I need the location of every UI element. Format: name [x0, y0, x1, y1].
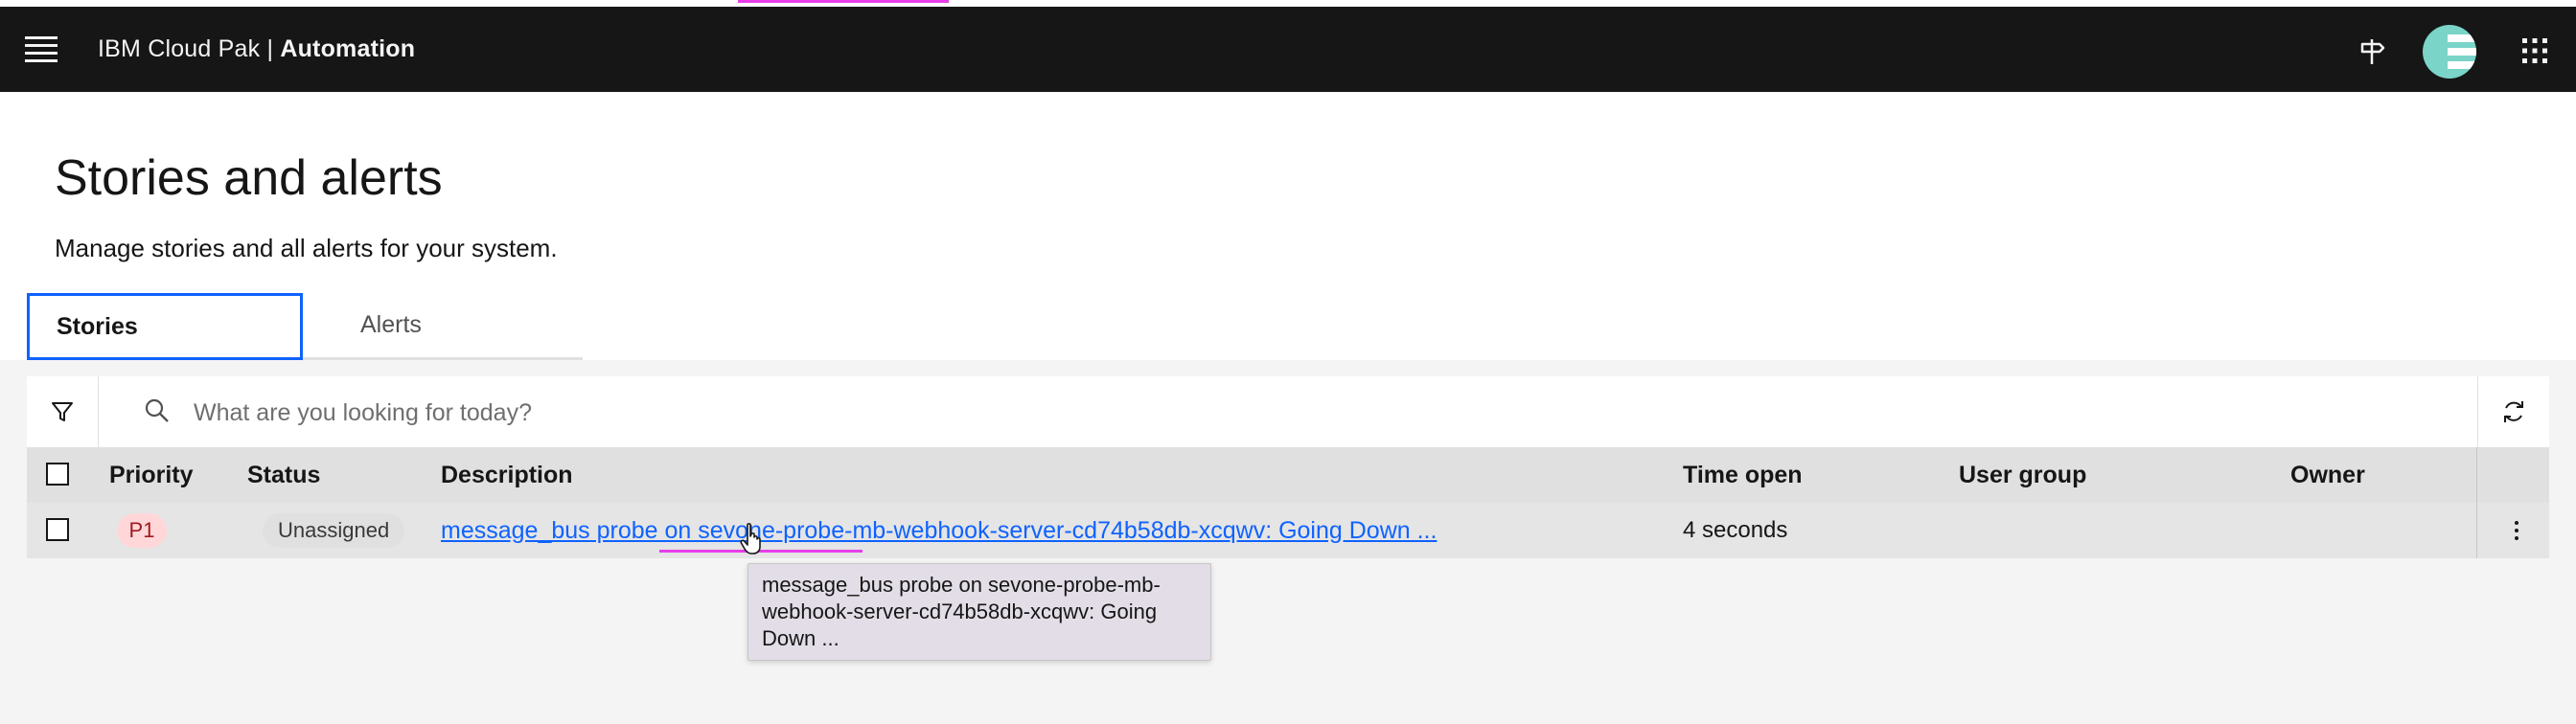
refresh-icon[interactable]: [2477, 376, 2549, 447]
overflow-menu-icon[interactable]: [2499, 503, 2534, 558]
page-title: Stories and alerts: [55, 150, 443, 206]
column-header-description[interactable]: Description: [441, 447, 573, 503]
column-divider: [2476, 503, 2477, 558]
tab-stories[interactable]: Stories: [27, 293, 303, 360]
column-header-priority[interactable]: Priority: [109, 447, 194, 503]
brand-prefix: IBM Cloud Pak |: [98, 35, 281, 62]
search-icon: [144, 397, 171, 429]
pink-highlight-bar: [738, 0, 949, 3]
top-header: IBM Cloud Pak | Automation: [0, 10, 2576, 92]
row-checkbox[interactable]: [46, 518, 69, 541]
priority-cell: P1: [117, 503, 167, 558]
top-accent-strip: [0, 0, 2576, 10]
search-input[interactable]: [192, 376, 2476, 449]
hand-pointer-cursor-icon: [740, 523, 765, 560]
user-avatar[interactable]: [2423, 25, 2476, 79]
select-all-checkbox[interactable]: [46, 463, 69, 486]
page-subtitle: Manage stories and all alerts for your s…: [55, 234, 558, 262]
story-description-link[interactable]: message_bus probe on sevone-probe-mb-web…: [441, 517, 1437, 545]
column-header-status[interactable]: Status: [247, 447, 320, 503]
time-open-cell: 4 seconds: [1683, 517, 1788, 543]
table-header-row: Priority Status Description Time open Us…: [27, 447, 2549, 503]
status-tag: Unassigned: [263, 513, 405, 548]
table-toolbar: [27, 376, 2549, 449]
search-bar: [98, 376, 2505, 449]
column-divider: [2476, 447, 2477, 503]
description-tooltip: message_bus probe on sevone-probe-mb-web…: [748, 563, 1211, 661]
column-header-owner[interactable]: Owner: [2290, 447, 2365, 503]
signpost-icon[interactable]: [2350, 29, 2394, 73]
description-cell: message_bus probe on sevone-probe-mb-web…: [441, 503, 1437, 558]
app-switcher-grid-icon[interactable]: [2511, 29, 2559, 73]
priority-badge: P1: [117, 513, 167, 548]
hamburger-menu-icon[interactable]: [25, 36, 58, 65]
tab-list: Stories Alerts: [27, 293, 583, 360]
filter-icon[interactable]: [27, 376, 99, 447]
column-header-user-group[interactable]: User group: [1959, 447, 2086, 503]
table-row[interactable]: P1 Unassigned message_bus probe on sevon…: [27, 503, 2549, 558]
brand-product: Automation: [280, 35, 416, 62]
brand-name[interactable]: IBM Cloud Pak | Automation: [98, 35, 415, 63]
status-cell: Unassigned: [263, 503, 405, 558]
tab-alerts[interactable]: Alerts: [303, 293, 583, 360]
column-header-time-open[interactable]: Time open: [1683, 447, 1803, 503]
